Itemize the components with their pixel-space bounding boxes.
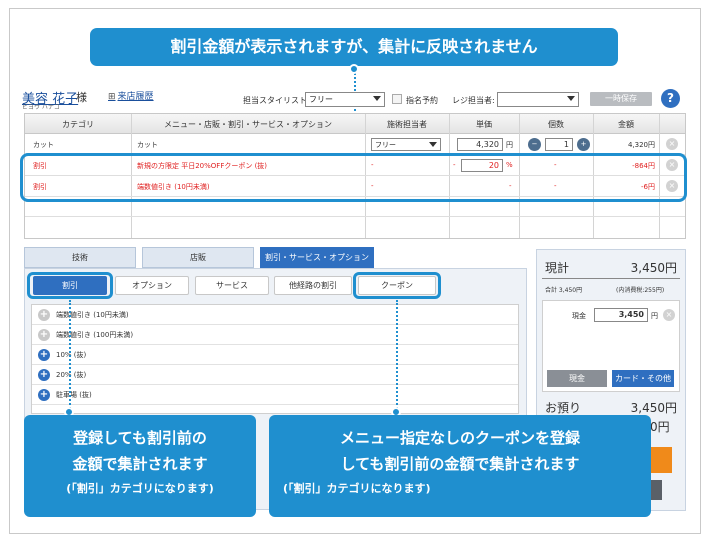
row-menu: カット	[137, 141, 158, 149]
change-value: 0円	[650, 420, 670, 434]
card-other-button[interactable]: カード・その他	[612, 370, 674, 387]
discount-subtab-highlight	[27, 272, 113, 299]
cash-input[interactable]: 3,450	[594, 308, 648, 322]
chevron-down-icon	[373, 96, 381, 101]
cash-button[interactable]: 現金	[547, 370, 607, 387]
delete-row-icon[interactable]: ×	[666, 138, 678, 150]
temporary-save-button[interactable]: 一時保存	[590, 92, 652, 106]
clear-cash-icon[interactable]: ×	[663, 309, 675, 321]
cash-label: 現金	[572, 312, 586, 320]
list-item-label: 20% (抜)	[56, 371, 87, 379]
row-price-input[interactable]: 4,320	[457, 138, 503, 151]
tab-discount-service-option[interactable]: 割引・サービス・オプション	[260, 247, 374, 268]
row-staff-select[interactable]: フリー	[371, 138, 441, 151]
expand-icon: ⊞	[108, 92, 116, 102]
header-category: カテゴリ	[62, 120, 94, 129]
visit-history-link[interactable]: ⊞ 来店履歴	[108, 89, 154, 102]
visit-history-label: 来店履歴	[117, 92, 154, 102]
left-callout-connector	[69, 300, 71, 412]
customer-kana: ビヨウ ハナコ	[22, 104, 60, 111]
summary-tax: (内消費税:255円)	[616, 287, 665, 294]
reserve-label: 指名予約	[406, 96, 438, 105]
stylist-label: 担当スタイリスト:	[243, 96, 310, 105]
cash-unit: 円	[651, 312, 658, 320]
header-amount: 金額	[618, 120, 634, 129]
list-item-label: 端数値引き (100円未満)	[56, 331, 134, 339]
list-item-label: 駐車場 (抜)	[56, 391, 92, 399]
row-staff-value: フリー	[375, 141, 396, 149]
list-item-label: 端数値引き (10円未満)	[56, 311, 129, 319]
summary-total: 3,450円	[630, 261, 677, 275]
customer-honorific: 様	[76, 91, 87, 104]
list-item-label: 10% (抜)	[56, 351, 87, 359]
table-row: カット カット フリー 4,320 円 − 1 + 4,320円 ×	[25, 134, 685, 155]
list-item[interactable]: + 端数値引き (10円未満)	[32, 305, 518, 325]
add-icon: +	[38, 309, 50, 321]
right-callout-line2: しても割引前の金額で集計されます	[340, 455, 580, 473]
left-callout: 登録しても割引前の 金額で集計されます (「割引」カテゴリになります)	[24, 415, 256, 517]
right-callout-connector	[396, 300, 398, 412]
left-callout-note: (「割引」カテゴリになります)	[66, 482, 214, 495]
row-amount: 4,320円	[627, 141, 655, 149]
list-item[interactable]: +10% (抜)	[32, 345, 518, 365]
increment-icon[interactable]: +	[577, 138, 590, 151]
chevron-down-icon	[429, 142, 437, 147]
stylist-select-value: フリー	[309, 95, 333, 104]
row-category: カット	[33, 141, 54, 149]
subtab-option[interactable]: オプション	[115, 276, 189, 295]
right-callout-line1: メニュー指定なしのクーポンを登録	[339, 429, 580, 447]
row-price-unit: 円	[506, 141, 513, 149]
empty-row	[25, 217, 685, 237]
header-quantity: 個数	[548, 120, 564, 129]
tab-technique[interactable]: 技術	[24, 247, 136, 268]
right-callout-note: (「割引」カテゴリになります)	[283, 482, 431, 495]
banner-connector-node	[349, 64, 359, 74]
reserve-checkbox[interactable]	[392, 94, 402, 104]
right-callout: メニュー指定なしのクーポンを登録 しても割引前の金額で集計されます (「割引」カ…	[269, 415, 651, 517]
subtab-service[interactable]: サービス	[195, 276, 269, 295]
table-header: カテゴリ メニュー・店販・割引・サービス・オプション 施術担当者 単価 個数 金…	[25, 114, 685, 134]
received-label: お預り	[545, 401, 582, 415]
add-icon: +	[38, 349, 50, 361]
help-icon[interactable]: ?	[661, 89, 680, 108]
register-staff-select[interactable]	[497, 92, 579, 107]
register-staff-label: レジ担当者:	[452, 96, 495, 105]
stylist-select[interactable]: フリー	[305, 92, 385, 107]
top-banner-callout: 割引金額が表示されますが、集計に反映されません	[90, 28, 618, 66]
chevron-down-icon	[567, 96, 575, 101]
list-item[interactable]: +20% (抜)	[32, 365, 518, 385]
received-value: 3,450円	[630, 401, 677, 415]
subtab-other-route-discount[interactable]: 他経路の割引	[274, 276, 352, 295]
discount-rows-highlight	[20, 153, 687, 202]
summary-divider	[542, 278, 680, 279]
add-icon: +	[38, 369, 50, 381]
header-unit-price: 単価	[476, 120, 492, 129]
tab-retail[interactable]: 店販	[142, 247, 254, 268]
add-icon: +	[38, 329, 50, 341]
discount-list: + 端数値引き (10円未満) + 端数値引き (100円未満) +10% (抜) …	[31, 304, 519, 414]
add-icon: +	[38, 389, 50, 401]
coupon-subtab-highlight	[353, 272, 441, 299]
header-staff: 施術担当者	[387, 120, 427, 129]
row-qty-input[interactable]: 1	[545, 138, 573, 151]
summary-title: 現計	[545, 261, 570, 275]
list-item[interactable]: + 端数値引き (100円未満)	[32, 325, 518, 345]
header-menu: メニュー・店販・割引・サービス・オプション	[164, 120, 332, 129]
summary-subtotal: 合計 3,450円	[545, 287, 583, 294]
list-item[interactable]: + 駐車場 (抜)	[32, 385, 518, 405]
left-callout-line2: 金額で集計されます	[72, 455, 208, 473]
left-callout-line1: 登録しても割引前の	[73, 429, 207, 447]
decrement-icon[interactable]: −	[528, 138, 541, 151]
